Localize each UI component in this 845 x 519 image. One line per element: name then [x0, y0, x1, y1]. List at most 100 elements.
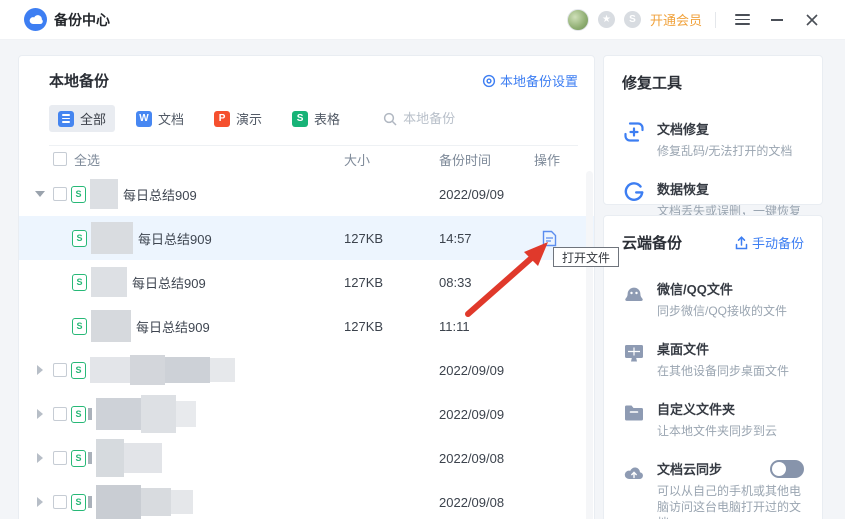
cloud-sync-toggle[interactable]: [770, 459, 804, 478]
presentation-icon: P: [214, 110, 231, 127]
manual-backup-link[interactable]: 手动备份: [735, 233, 804, 252]
data-recovery-item[interactable]: 数据恢复 文档丢失或误删，一键恢复: [622, 179, 804, 219]
sheet-file-icon: S: [71, 361, 86, 379]
doc-cloud-sync-item[interactable]: 文档云同步 可以从自己的手机或其他电脑访问这台电脑打开过的文档: [622, 459, 804, 519]
page-title: 备份中心: [54, 11, 110, 28]
table-row[interactable]: S 2022/09/09: [19, 392, 594, 436]
close-icon: [806, 13, 818, 26]
cloud-backup-title: 云端备份: [622, 235, 683, 252]
open-file-icon[interactable]: [542, 230, 557, 247]
censored-text: [96, 395, 196, 433]
search-icon: [383, 112, 397, 126]
doc-cloud-sync-desc: 可以从自己的手机或其他电脑访问这台电脑打开过的文档: [657, 484, 802, 519]
doc-repair-label: 文档修复: [657, 122, 710, 137]
search-input[interactable]: [403, 111, 524, 126]
backup-time: 14:57: [439, 230, 472, 246]
expand-caret-icon[interactable]: [34, 365, 46, 375]
wechat-qq-files-item[interactable]: 微信/QQ文件 同步微信/QQ接收的文件: [622, 279, 804, 319]
expand-caret-icon[interactable]: [34, 453, 46, 463]
menu-button[interactable]: [729, 7, 755, 33]
expand-caret-icon[interactable]: [34, 409, 46, 419]
table-row[interactable]: S 每日总结909 2022/09/09: [19, 172, 594, 216]
column-header-operation: 操作: [534, 152, 561, 168]
table-row[interactable]: S 2022/09/08: [19, 436, 594, 480]
word-doc-icon: W: [136, 110, 153, 127]
sheet-file-icon: S: [71, 405, 86, 423]
sheet-file-icon: S: [71, 185, 86, 203]
censored-text: [88, 496, 92, 508]
column-header-time: 备份时间: [439, 152, 492, 168]
select-all-checkbox[interactable]: [53, 152, 67, 166]
filter-tab-all[interactable]: 全部: [49, 105, 116, 132]
backup-date: 2022/09/08: [439, 494, 505, 510]
doc-repair-desc: 修复乱码/无法打开的文档: [657, 144, 793, 158]
member-star-badge-icon[interactable]: ★: [597, 11, 615, 28]
backup-date: 2022/09/09: [439, 362, 505, 378]
table-row[interactable]: S 每日总结909 127KB 11:11: [19, 304, 594, 348]
table-row[interactable]: S 2022/09/09: [19, 348, 594, 392]
table-row[interactable]: S 2022/09/08: [19, 480, 594, 519]
open-file-tooltip: 打开文件: [553, 247, 619, 267]
doc-cloud-sync-label: 文档云同步: [657, 462, 723, 477]
close-button[interactable]: [799, 7, 825, 33]
row-checkbox[interactable]: [53, 451, 67, 465]
repair-tools-panel: 修复工具 文档修复 修复乱码/无法打开的文档 数据恢复 文档丢失或误删，一键恢复: [603, 55, 823, 218]
sheet-file-icon: S: [71, 449, 86, 467]
filter-tab-docs[interactable]: W 文档: [127, 105, 193, 132]
doc-repair-icon: [622, 119, 646, 159]
scrollbar[interactable]: [586, 171, 593, 519]
censored-text: [96, 485, 193, 519]
table-row[interactable]: S 每日总结909 127KB 08:33: [19, 260, 594, 304]
row-checkbox[interactable]: [53, 363, 67, 377]
collapse-caret-icon[interactable]: [34, 191, 46, 197]
sheet-file-icon: S: [72, 317, 87, 335]
row-checkbox[interactable]: [53, 407, 67, 421]
doc-repair-item[interactable]: 文档修复 修复乱码/无法打开的文档: [622, 119, 804, 159]
cloud-sync-icon: [622, 459, 646, 519]
backup-date: 2022/09/09: [439, 186, 505, 202]
hamburger-icon: [734, 14, 750, 25]
wechat-qq-files-desc: 同步微信/QQ接收的文件: [657, 304, 788, 318]
filter-tab-sheets[interactable]: S 表格: [283, 105, 349, 132]
local-backup-settings-link[interactable]: 本地备份设置: [482, 71, 578, 90]
table-row[interactable]: S 每日总结909 127KB 14:57: [19, 216, 594, 260]
cloud-backup-panel: 云端备份 手动备份 微信/QQ文件 同步微信/QQ接收的文件 桌面文件 在其他设…: [603, 215, 823, 519]
row-checkbox[interactable]: [53, 495, 67, 509]
sheet-file-icon: S: [72, 273, 87, 291]
qq-wechat-icon: [622, 279, 646, 319]
titlebar: 备份中心 ★ S 开通会员: [0, 0, 845, 40]
desktop-files-item[interactable]: 桌面文件 在其他设备同步桌面文件: [622, 339, 804, 379]
sheet-file-icon: S: [72, 229, 87, 247]
folder-icon: [622, 399, 646, 439]
file-name: 每日总结909: [138, 231, 212, 247]
custom-folder-label: 自定义文件夹: [657, 402, 736, 417]
filter-tab-slides[interactable]: P 演示: [205, 105, 271, 132]
data-recovery-label: 数据恢复: [657, 182, 710, 197]
custom-folder-item[interactable]: 自定义文件夹 让本地文件夹同步到云: [622, 399, 804, 439]
search-box[interactable]: [383, 111, 524, 126]
desktop-files-label: 桌面文件: [657, 342, 710, 357]
desktop-files-desc: 在其他设备同步桌面文件: [657, 364, 790, 378]
minimize-button[interactable]: [764, 7, 790, 33]
file-name: 每日总结909: [132, 275, 206, 291]
local-backup-title: 本地备份: [49, 73, 110, 90]
select-all-label: 全选: [74, 152, 101, 168]
member-s-badge-icon[interactable]: S: [623, 11, 641, 28]
censored-text: [91, 267, 127, 297]
upgrade-membership-link[interactable]: 开通会员: [650, 10, 702, 29]
expand-caret-icon[interactable]: [34, 497, 46, 507]
repair-tools-title: 修复工具: [622, 75, 683, 92]
upload-icon: [735, 235, 748, 249]
file-size: 127KB: [344, 230, 384, 246]
table-header: 全选 大小 备份时间 操作: [19, 146, 594, 172]
gear-icon: [482, 74, 496, 87]
sheet-file-icon: S: [71, 493, 86, 511]
censored-text: [91, 222, 133, 254]
avatar[interactable]: [566, 8, 589, 31]
backup-date: 2022/09/09: [439, 406, 505, 422]
list-icon: [58, 110, 74, 127]
local-backup-panel: 本地备份 本地备份设置 全部 W 文档 P 演示 S 表格 本地备份 全选 大小…: [18, 55, 595, 519]
column-header-size: 大小: [344, 152, 371, 168]
censored-text: [88, 452, 92, 464]
row-checkbox[interactable]: [53, 187, 67, 201]
